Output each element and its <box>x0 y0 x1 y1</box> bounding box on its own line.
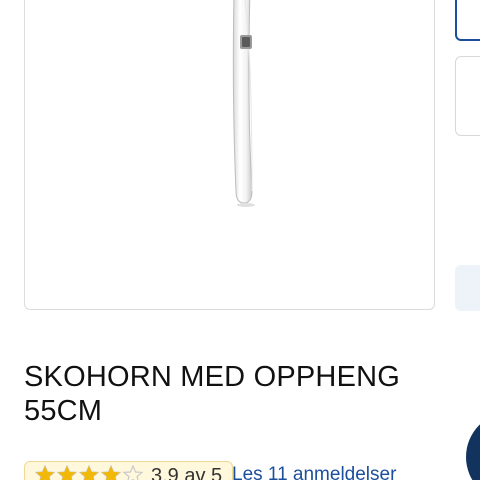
star-icon <box>35 465 55 480</box>
product-image <box>232 0 255 207</box>
star-icon <box>79 465 99 480</box>
product-page: SKOHORN MED OPPHENG 55CM 3,9 av 5 Les 11… <box>0 0 480 480</box>
rating-stars <box>35 465 143 480</box>
product-title: SKOHORN MED OPPHENG 55CM <box>24 361 401 427</box>
thumbnail-1[interactable] <box>455 0 480 41</box>
rating-text: 3,9 av 5 <box>151 465 223 480</box>
thumbnail-2[interactable] <box>455 56 480 136</box>
product-image-frame[interactable] <box>24 0 435 310</box>
thumbnail-more[interactable] <box>455 265 480 311</box>
rating-badge: 3,9 av 5 <box>24 461 234 480</box>
star-icon <box>101 465 121 480</box>
read-reviews-link[interactable]: Les 11 anmeldelser <box>232 464 396 480</box>
star-icon <box>123 465 143 480</box>
star-icon <box>57 465 77 480</box>
